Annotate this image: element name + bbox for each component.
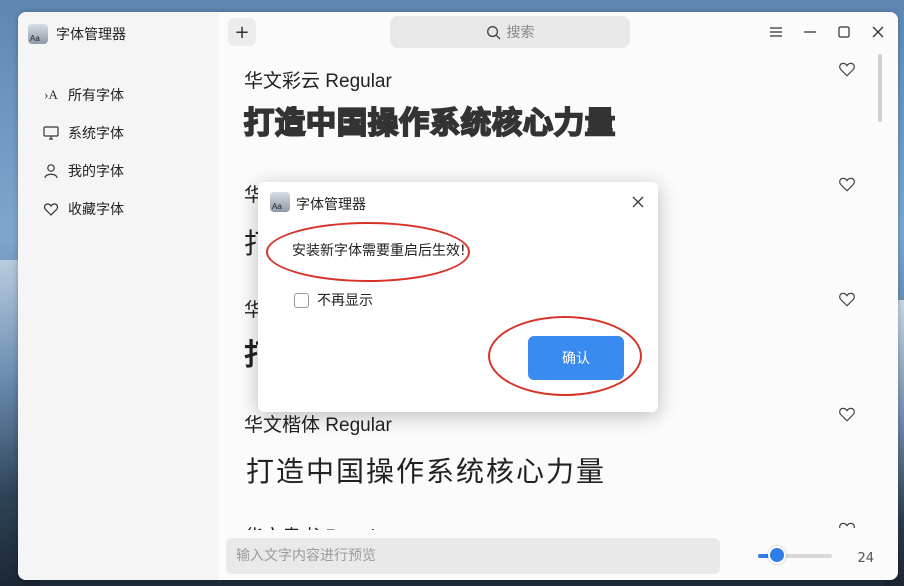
dont-show-again-checkbox[interactable] xyxy=(294,292,309,308)
font-sample: 打造中国操作系统核心力量 xyxy=(246,455,607,488)
confirm-button[interactable]: 确认 xyxy=(528,336,624,380)
dialog-title: 字体管理器 xyxy=(296,197,366,213)
favorite-heart-icon[interactable] xyxy=(838,175,858,195)
add-font-button[interactable]: + xyxy=(228,18,256,46)
font-name-clip: 华文隶书 Regular xyxy=(244,522,444,530)
monitor-icon xyxy=(42,124,60,142)
preview-text-field[interactable] xyxy=(234,547,720,565)
app-logo-icon: Aa xyxy=(28,24,48,44)
favorite-heart-icon[interactable] xyxy=(838,60,858,80)
search-input[interactable]: 搜索 xyxy=(390,16,630,48)
sidebar-item-label: 所有字体 xyxy=(68,88,124,104)
sidebar: Aa 字体管理器 ›A 所有字体 系统字体 我的字体 收藏字体 xyxy=(18,12,218,580)
favorite-heart-icon[interactable] xyxy=(838,520,858,528)
favorite-heart-icon[interactable] xyxy=(838,405,858,425)
restart-dialog: Aa 字体管理器 安装新字体需要重启后生效! 不再显示 确认 xyxy=(258,182,658,412)
font-name: 华文隶书 Regular xyxy=(244,522,392,530)
app-logo-icon: Aa xyxy=(270,192,290,212)
sidebar-item-favorite-fonts[interactable]: 收藏字体 xyxy=(42,190,124,228)
font-name: 华文楷体 Regular xyxy=(244,415,392,436)
dialog-message: 安装新字体需要重启后生效! xyxy=(292,243,466,259)
close-icon[interactable] xyxy=(868,22,888,42)
maximize-icon[interactable] xyxy=(834,22,854,42)
checkbox-label: 不再显示 xyxy=(317,293,373,309)
sidebar-item-label: 我的字体 xyxy=(68,164,124,180)
app-header: Aa 字体管理器 xyxy=(28,24,126,44)
sidebar-item-label: 收藏字体 xyxy=(68,202,124,218)
menu-icon[interactable] xyxy=(766,22,786,42)
sidebar-item-label: 系统字体 xyxy=(68,126,124,142)
search-icon xyxy=(486,25,501,40)
all-fonts-icon: ›A xyxy=(44,87,58,102)
preview-input[interactable] xyxy=(226,538,720,574)
sidebar-item-all-fonts[interactable]: ›A 所有字体 xyxy=(42,76,124,114)
user-icon xyxy=(42,162,60,180)
dialog-close-icon[interactable] xyxy=(628,192,648,212)
app-logo-text: Aa xyxy=(272,202,282,211)
slider-handle[interactable] xyxy=(768,546,786,564)
font-size-value: 24 xyxy=(857,551,874,566)
scrollbar[interactable] xyxy=(878,54,882,122)
search-placeholder: 搜索 xyxy=(506,25,535,41)
dont-show-again-row[interactable]: 不再显示 xyxy=(294,290,373,310)
font-size-slider[interactable] xyxy=(758,546,832,564)
font-sample: 打造中国操作系统核心力量 xyxy=(243,105,616,142)
heart-icon xyxy=(42,200,60,218)
app-logo-text: Aa xyxy=(30,34,40,43)
font-name: 华文彩云 Regular xyxy=(244,71,392,92)
sidebar-item-system-fonts[interactable]: 系统字体 xyxy=(42,114,124,152)
sidebar-item-my-fonts[interactable]: 我的字体 xyxy=(42,152,124,190)
favorite-heart-icon[interactable] xyxy=(838,290,858,310)
sidebar-nav: ›A 所有字体 系统字体 我的字体 收藏字体 xyxy=(42,76,124,228)
minimize-icon[interactable] xyxy=(800,22,820,42)
app-title: 字体管理器 xyxy=(56,27,126,43)
